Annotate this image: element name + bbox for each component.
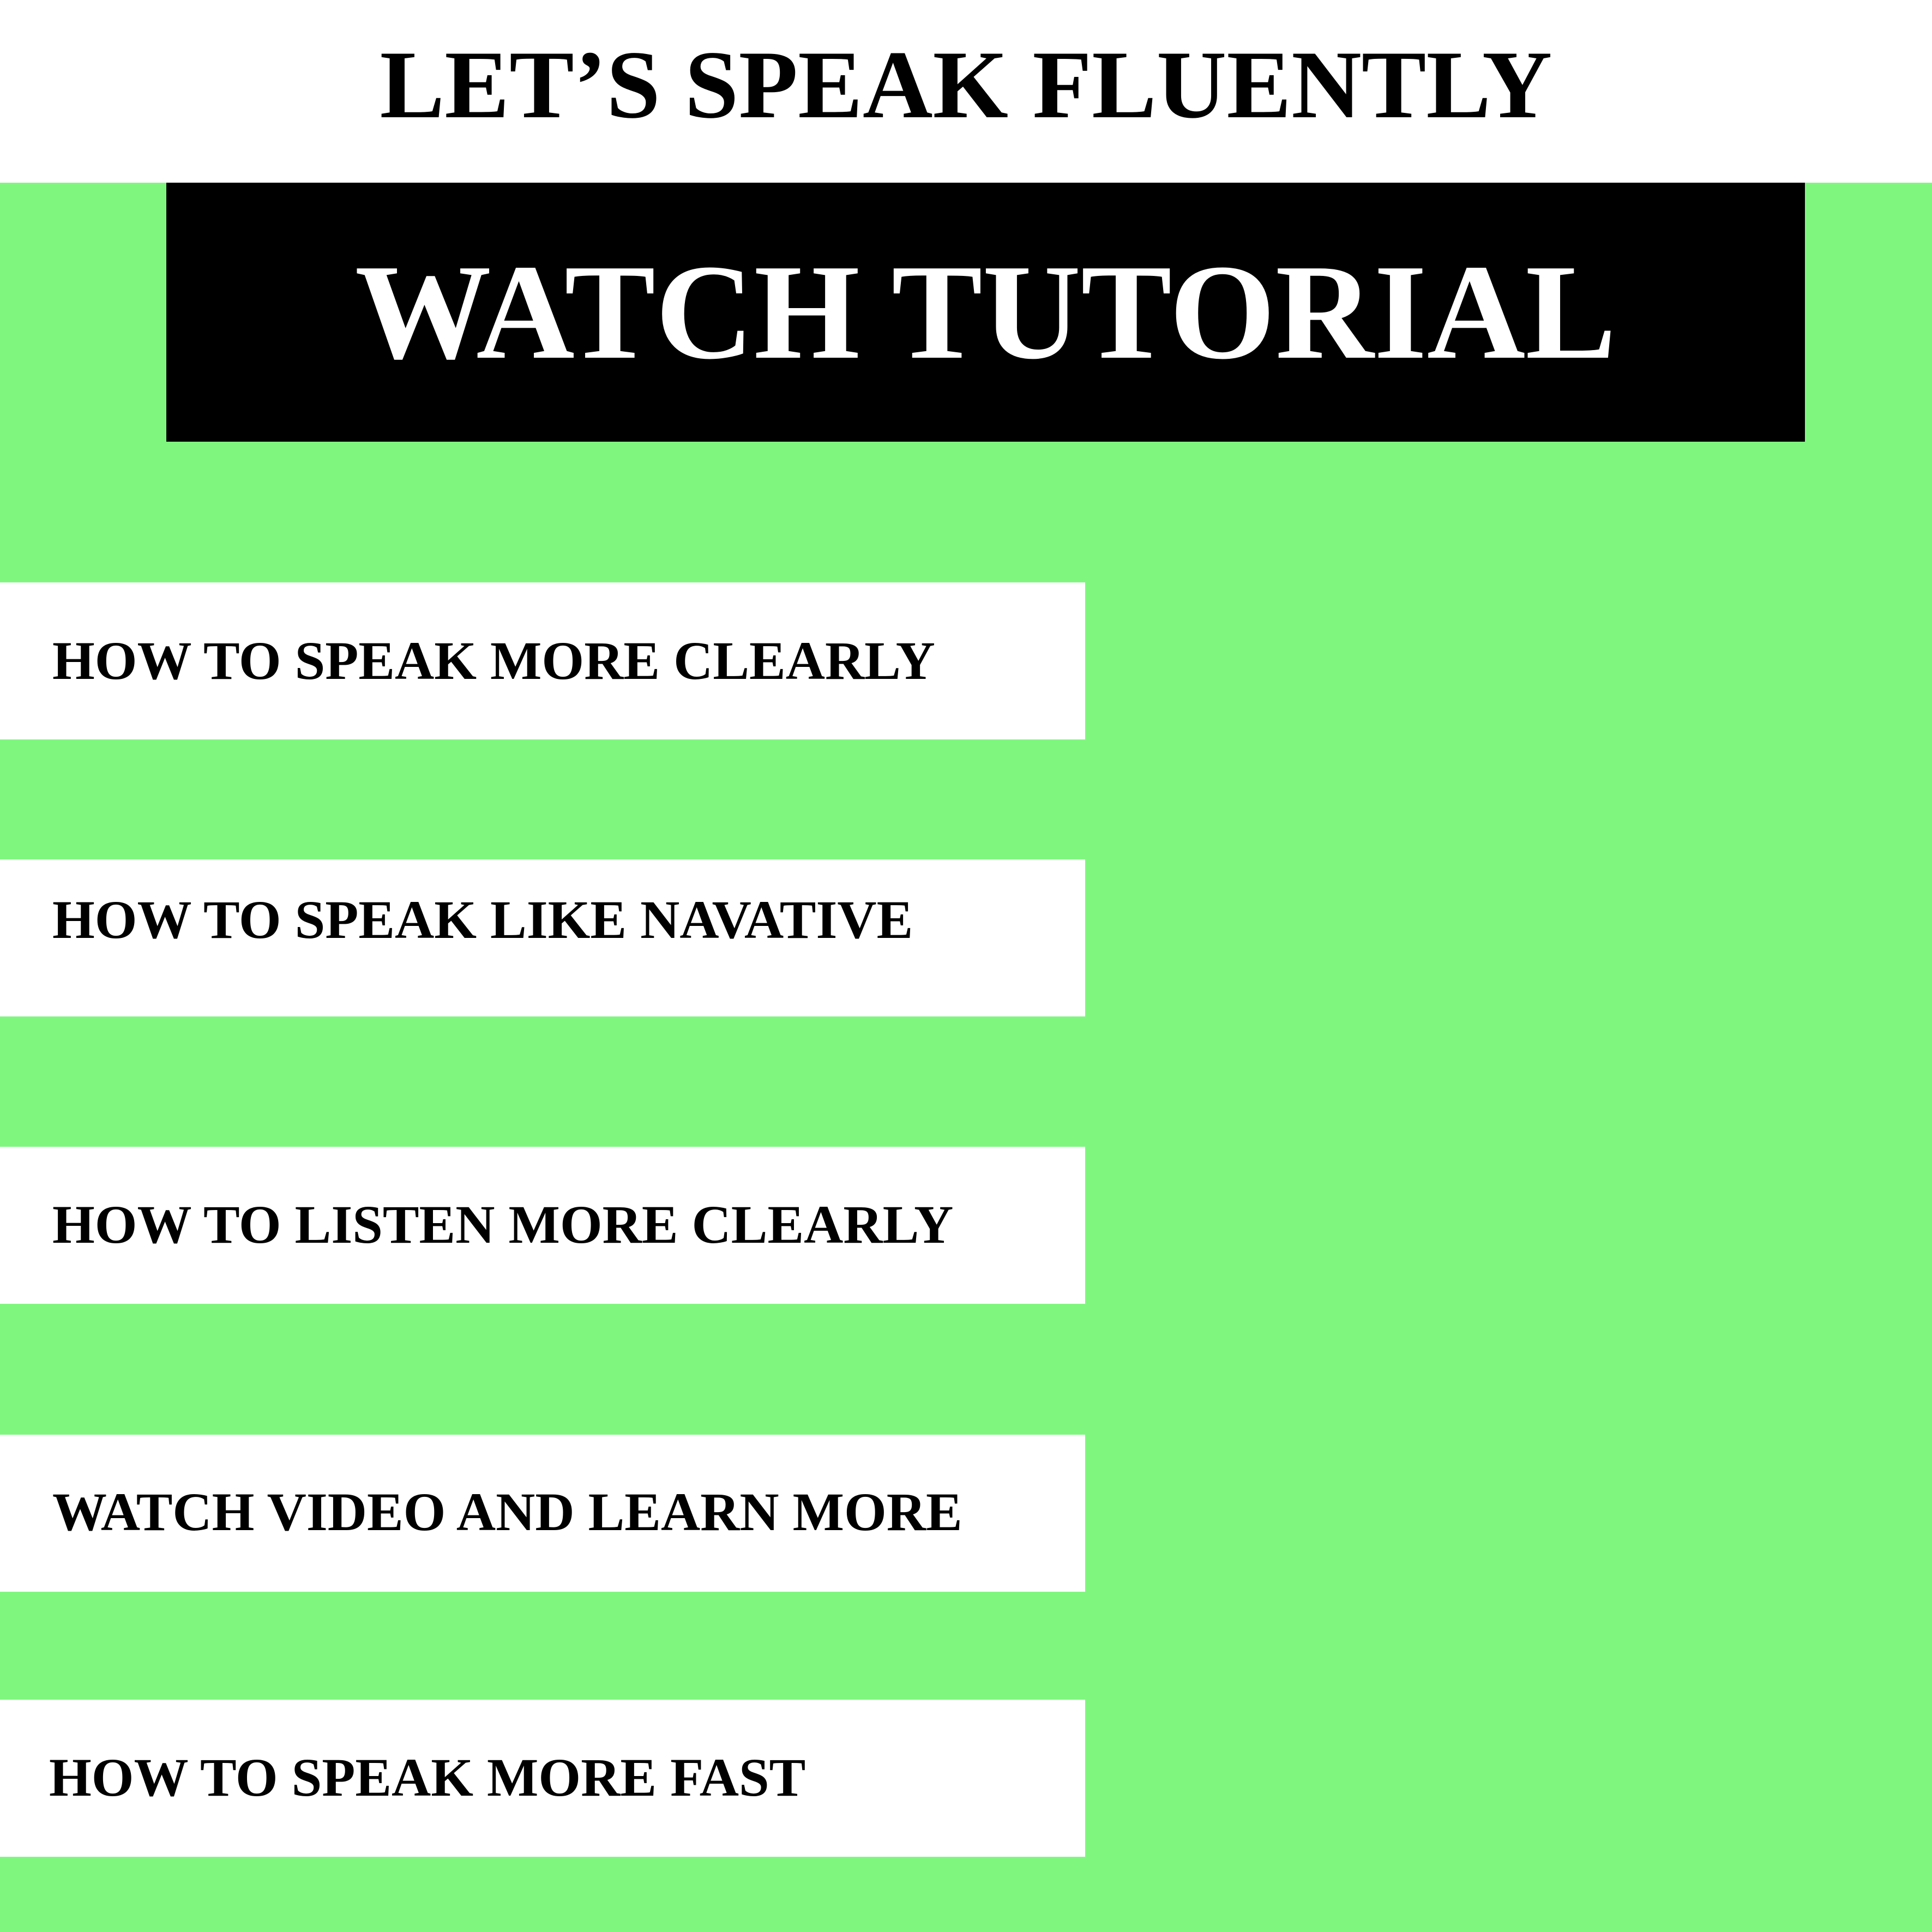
menu-item-label: HOW TO LISTEN MORE CLEARLY	[52, 1194, 954, 1255]
page-title: LET’S SPEAK FLUENTLY	[380, 31, 1552, 139]
menu-item-label: HOW TO SPEAK MORE FAST	[49, 1747, 806, 1808]
watch-tutorial-label: WATCH TUTORIAL	[354, 236, 1617, 388]
menu-item-listen-clearly[interactable]: HOW TO LISTEN MORE CLEARLY	[0, 1147, 1085, 1304]
menu-item-label: HOW TO SPEAK LIKE NAVATIVE	[52, 889, 913, 950]
menu-item-speak-clearly[interactable]: HOW TO SPEAK MORE CLEARLY	[0, 582, 1085, 739]
menu-item-label: HOW TO SPEAK MORE CLEARLY	[52, 630, 935, 691]
menu-item-speak-fast[interactable]: HOW TO SPEAK MORE FAST	[0, 1700, 1085, 1857]
watch-tutorial-button[interactable]: WATCH TUTORIAL	[166, 183, 1805, 442]
menu-item-watch-video[interactable]: WATCH VIDEO AND LEARN MORE	[0, 1435, 1085, 1592]
menu-item-label: WATCH VIDEO AND LEARN MORE	[52, 1482, 962, 1542]
menu-item-speak-native[interactable]: HOW TO SPEAK LIKE NAVATIVE	[0, 859, 1085, 1016]
